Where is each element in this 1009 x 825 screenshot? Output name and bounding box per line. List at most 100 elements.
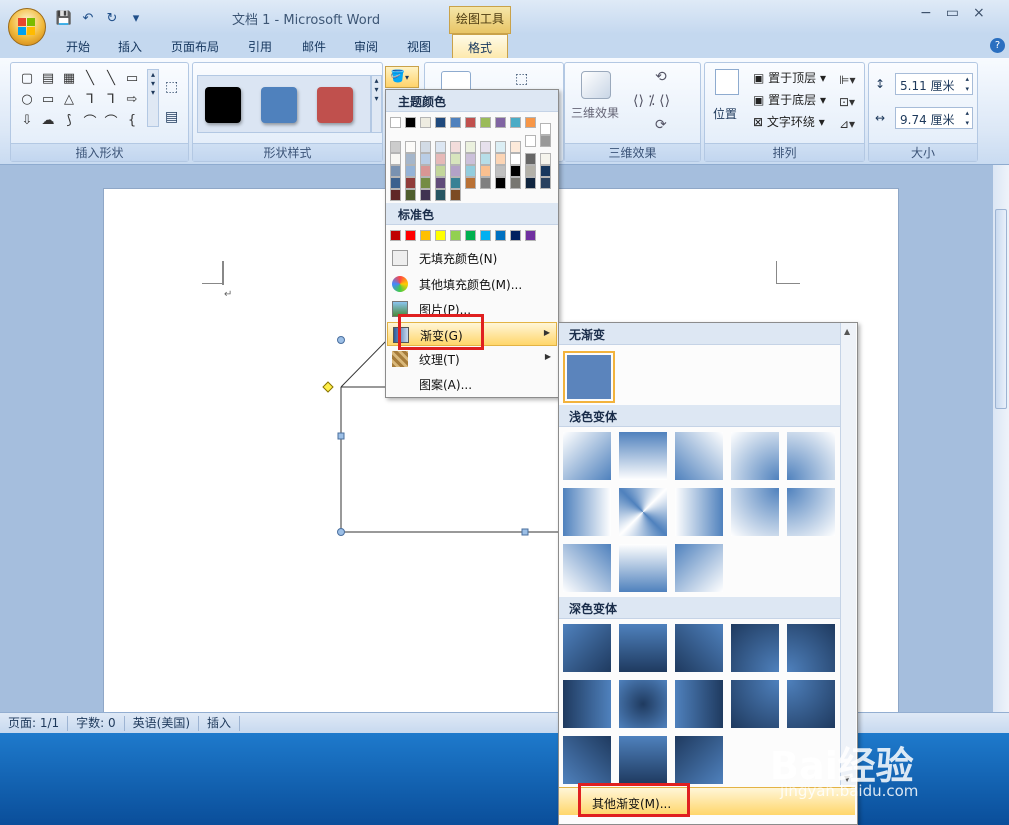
theme-color-swatch[interactable] — [495, 165, 506, 177]
fill-color-button[interactable]: 🪣▾ — [385, 66, 419, 88]
theme-color-swatch[interactable] — [420, 141, 431, 153]
close-button[interactable]: × — [973, 5, 985, 21]
text-box-icon[interactable]: ▤ — [165, 109, 178, 125]
theme-color-swatch[interactable] — [465, 141, 476, 153]
theme-color-swatch[interactable] — [525, 135, 536, 147]
help-icon[interactable]: ? — [990, 38, 1005, 53]
tilt-up-icon[interactable]: ⟲ — [655, 69, 667, 85]
theme-color-swatch[interactable] — [510, 117, 521, 128]
no-gradient-option[interactable] — [563, 351, 615, 403]
bring-to-front-button[interactable]: ▣ 置于顶层 ▾ — [753, 69, 826, 86]
shape-option[interactable]: ⅂ — [101, 90, 121, 109]
standard-color-swatch[interactable] — [420, 230, 431, 241]
gradient-variation-option[interactable] — [787, 624, 835, 672]
theme-color-swatch[interactable] — [435, 117, 446, 128]
shape-option[interactable]: ▭ — [122, 69, 142, 88]
shape-option[interactable]: ⇩ — [17, 111, 37, 130]
theme-color-swatch[interactable] — [435, 141, 446, 153]
theme-color-swatch[interactable] — [540, 165, 551, 177]
theme-color-swatch[interactable] — [450, 153, 461, 165]
word-count[interactable]: 字数: 0 — [68, 715, 125, 731]
shape-option[interactable]: ╲ — [80, 69, 100, 88]
theme-color-swatch[interactable] — [435, 165, 446, 177]
gradient-variation-option[interactable] — [731, 680, 779, 728]
gradient-variation-option[interactable] — [675, 736, 723, 784]
theme-color-swatch[interactable] — [435, 177, 446, 189]
height-field[interactable]: 5.11 厘米 ▴ ▾ — [895, 73, 973, 95]
gradient-variation-option[interactable] — [675, 680, 723, 728]
scroll-thumb[interactable] — [995, 209, 1007, 409]
tab-page-layout[interactable]: 页面布局 — [171, 38, 219, 58]
theme-color-swatch[interactable] — [405, 177, 416, 189]
theme-color-swatch[interactable] — [420, 165, 431, 177]
tab-references[interactable]: 引用 — [248, 38, 272, 58]
styles-gallery-scroll[interactable]: ▴ ▾ ▾ — [371, 75, 382, 133]
theme-color-swatch[interactable] — [540, 177, 551, 189]
page-count[interactable]: 页面: 1/1 — [0, 715, 69, 731]
theme-color-swatch[interactable] — [390, 189, 401, 201]
gradient-variation-option[interactable] — [787, 488, 835, 536]
tilt-left-icon[interactable]: ⟨⟩ ⁒ ⟨⟩ — [633, 93, 670, 109]
theme-color-swatch[interactable] — [450, 141, 461, 153]
gradient-variation-option[interactable] — [563, 680, 611, 728]
gradient-variation-option[interactable] — [563, 736, 611, 784]
shape-option[interactable]: ⌒ — [101, 111, 121, 130]
theme-color-swatch[interactable] — [450, 117, 461, 128]
theme-color-swatch[interactable] — [525, 177, 536, 189]
scroll-up-icon[interactable]: ▲ — [844, 327, 850, 336]
theme-color-swatch[interactable] — [435, 189, 446, 201]
shape-option[interactable]: ⌒ — [80, 111, 100, 130]
theme-color-swatch[interactable] — [390, 117, 401, 128]
theme-color-swatch[interactable] — [405, 141, 416, 153]
more-fill-colors-item[interactable]: 其他填充颜色(M)... — [387, 272, 557, 296]
shape-option[interactable]: ▤ — [38, 69, 58, 88]
redo-icon[interactable]: ↻ — [102, 9, 122, 27]
theme-color-swatch[interactable] — [525, 165, 536, 177]
theme-color-grid[interactable] — [390, 117, 551, 201]
gradient-variation-option[interactable] — [563, 544, 611, 592]
theme-color-swatch[interactable] — [405, 165, 416, 177]
style-swatch-blue[interactable] — [261, 87, 297, 123]
customize-qat-icon[interactable]: ▾ — [126, 9, 146, 27]
rotation-handle[interactable] — [337, 336, 345, 344]
theme-color-swatch[interactable] — [540, 123, 551, 135]
width-field[interactable]: 9.74 厘米 ▴ ▾ — [895, 107, 973, 129]
gradient-variation-option[interactable] — [619, 432, 667, 480]
theme-color-swatch[interactable] — [435, 153, 446, 165]
tab-format[interactable]: 格式 — [452, 34, 508, 58]
gradient-variation-option[interactable] — [675, 432, 723, 480]
shape-option[interactable]: ○ — [17, 90, 37, 109]
height-spinner[interactable]: ▴ ▾ — [965, 74, 969, 94]
theme-color-swatch[interactable] — [480, 165, 491, 177]
theme-color-swatch[interactable] — [495, 117, 506, 128]
theme-color-swatch[interactable] — [390, 153, 401, 165]
width-spinner[interactable]: ▴ ▾ — [965, 108, 969, 128]
tab-home[interactable]: 开始 — [66, 38, 90, 58]
edit-shape-icon[interactable]: ⬚ — [165, 79, 178, 95]
theme-color-swatch[interactable] — [420, 189, 431, 201]
theme-color-swatch[interactable] — [420, 153, 431, 165]
standard-color-swatch[interactable] — [405, 230, 416, 241]
theme-color-swatch[interactable] — [450, 165, 461, 177]
align-icons[interactable]: ⊫▾ ⊡▾ ⊿▾ — [839, 69, 855, 135]
shapes-gallery[interactable]: ▢ ▤ ▦ ╲ ╲ ▭ ○ ▭ △ ⅂ ⅂ ⇨ ⇩ ☁ ⟆ ⌒ ⌒{ — [17, 69, 145, 130]
3d-effects-label[interactable]: 三维效果 — [571, 104, 619, 121]
gradient-variation-option[interactable] — [787, 432, 835, 480]
no-fill-item[interactable]: 无填充颜色(N) — [387, 246, 557, 270]
language[interactable]: 英语(美国) — [125, 715, 200, 731]
theme-color-swatch[interactable] — [390, 177, 401, 189]
save-icon[interactable]: 💾 — [54, 9, 74, 27]
pattern-item[interactable]: 图案(A)... — [387, 372, 557, 396]
theme-color-swatch[interactable] — [405, 117, 416, 128]
send-to-back-button[interactable]: ▣ 置于底层 ▾ — [753, 91, 826, 108]
theme-color-swatch[interactable] — [465, 165, 476, 177]
gradient-variation-option[interactable] — [675, 488, 723, 536]
theme-color-swatch[interactable] — [450, 189, 461, 201]
shadow-nudge-icon[interactable]: ⬚ — [515, 71, 528, 87]
position-icon[interactable] — [715, 69, 739, 95]
3d-effects-icon[interactable] — [581, 71, 611, 99]
theme-color-swatch[interactable] — [405, 153, 416, 165]
standard-color-swatch[interactable] — [390, 230, 401, 241]
shape-option[interactable]: ⅂ — [80, 90, 100, 109]
vertical-scrollbar[interactable] — [993, 165, 1009, 713]
